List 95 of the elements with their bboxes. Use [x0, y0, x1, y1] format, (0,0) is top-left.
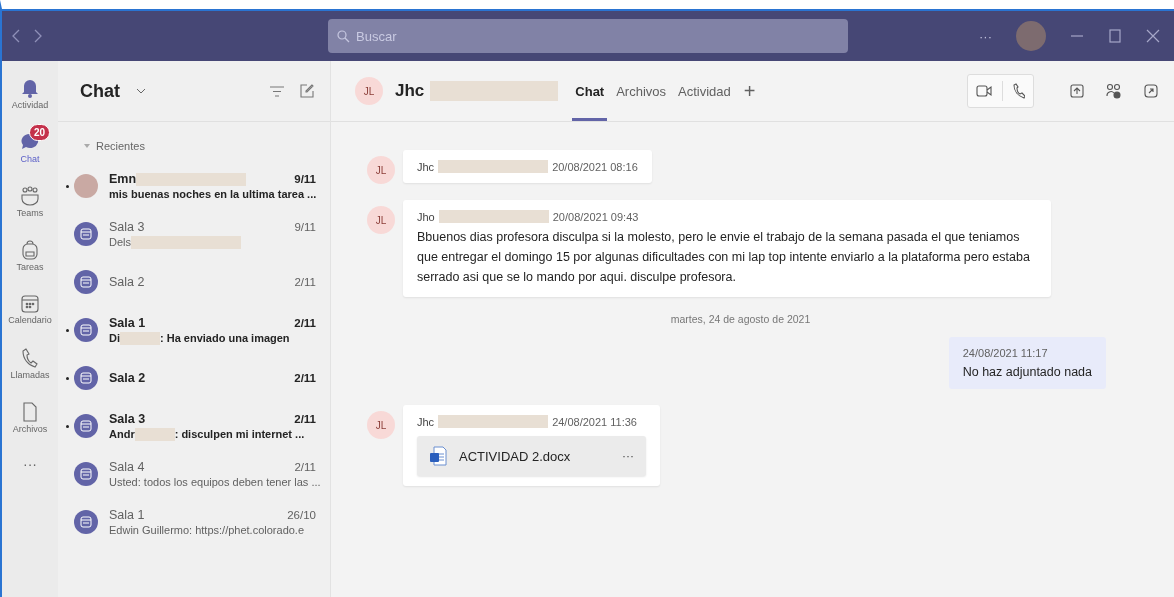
message-time: 24/08/2021 11:36 — [552, 415, 637, 428]
chat-list-item[interactable]: Sala 2 2/11 — [58, 354, 330, 402]
file-attachment[interactable]: ACTIVIDAD 2.docx ··· — [417, 436, 646, 476]
chat-preview: Di — [109, 332, 120, 344]
share-screen-icon[interactable] — [1070, 84, 1084, 98]
rail-item[interactable]: Archivos — [2, 391, 58, 445]
chat-date: 2/11 — [294, 412, 316, 425]
chat-name: Sala 2 — [109, 275, 145, 289]
file-icon — [23, 402, 37, 422]
section-label: Recientes — [96, 140, 145, 152]
sender-name: Jhc — [417, 160, 435, 173]
close-icon[interactable] — [1146, 29, 1160, 43]
rail-item[interactable]: Teams — [2, 175, 58, 229]
chat-name: Sala 1 — [109, 508, 145, 522]
chat-preview: mis buenas noches en la ultima tarea ... — [109, 188, 317, 200]
chat-preview: Edwin Guillermo: https://phet.colorado.e — [109, 524, 305, 536]
chat-name: Sala 3 — [109, 219, 145, 234]
contact-name: Jhc — [395, 81, 425, 101]
chat-name: Emn — [109, 172, 137, 186]
chat-list-item[interactable]: Sala 1 26/10 Edwin Guillermo: https://phet.colorado.e — [58, 498, 330, 546]
sender-avatar: JL — [367, 411, 395, 439]
collapse-icon[interactable] — [84, 144, 90, 148]
search-field[interactable]: Buscar — [328, 19, 848, 53]
chat-list-item[interactable]: Sala 2 2/11 — [58, 258, 330, 306]
tab[interactable]: Chat — [572, 61, 608, 121]
maximize-icon[interactable] — [1108, 29, 1122, 43]
chat-name: Sala 4 — [109, 460, 145, 474]
chat-date: 26/10 — [287, 509, 316, 521]
message-time: 20/08/2021 08:16 — [552, 160, 638, 173]
chat-preview: Dels — [109, 236, 131, 248]
calendar-icon — [80, 420, 92, 432]
chat-title[interactable]: Chat — [80, 80, 120, 102]
rail-item[interactable]: 20 Chat — [2, 121, 58, 175]
chat-preview: Usted: todos los equipos deben tener las ... — [109, 476, 321, 488]
chat-date: 2/11 — [294, 372, 316, 384]
filter-icon[interactable] — [270, 85, 284, 97]
calendar-icon — [80, 372, 92, 384]
video-call-icon[interactable] — [976, 85, 992, 97]
back-icon[interactable] — [12, 29, 20, 43]
more-options-button[interactable]: ··· — [622, 449, 634, 463]
add-tab-button[interactable]: + — [739, 79, 760, 103]
chat-date: 2/11 — [294, 316, 316, 329]
more-button[interactable]: ··· — [979, 28, 992, 44]
chat-date: 2/11 — [294, 276, 316, 288]
rail-item[interactable]: Actividad — [2, 67, 58, 121]
pop-out-icon[interactable] — [1144, 84, 1158, 98]
chat-list-item[interactable]: Sala 4 2/11 Usted: todos los equipos deben tener las ... — [58, 450, 330, 498]
chat-name: Sala 1 — [109, 315, 146, 330]
phone-icon — [22, 348, 38, 368]
sender-name: Jho — [417, 210, 435, 223]
sender-name: Jhc — [417, 415, 435, 428]
chat-list-item[interactable]: Emn 9/11 mis buenas noches en la ultima tarea ... — [58, 162, 330, 210]
avatar-photo-placeholder — [74, 174, 98, 198]
message-text: Bbuenos dias profesora disculpa si la molesto, pero le envie el trabajo de la semana pasada el que teniamos que entregar el domingo 15 por algunas dificultades con mi lap top intente enviarlo a la plataforma pero estaba serrado asi que se lo mando por aqui. disculpe profesora. — [417, 229, 1031, 286]
message-text: No haz adjuntado nada — [962, 365, 1092, 379]
chat-date: 9/11 — [294, 220, 316, 233]
calendar-icon — [80, 324, 92, 336]
chat-preview: : Ha enviado una imagen — [160, 332, 290, 344]
chat-date: 2/11 — [294, 461, 316, 473]
calendar-icon — [80, 468, 92, 480]
chevron-down-icon[interactable] — [136, 88, 146, 94]
calendar-icon — [80, 228, 92, 240]
calendar-icon — [80, 516, 92, 528]
sender-avatar: JL — [367, 206, 395, 234]
bell-icon — [21, 78, 39, 98]
more-apps-button[interactable]: ··· — [17, 455, 43, 473]
word-document-icon — [429, 446, 447, 466]
compose-icon[interactable] — [300, 84, 314, 98]
people-icon — [20, 186, 40, 206]
calendar-icon — [21, 295, 39, 313]
chat-list-item[interactable]: Sala 1 2/11 Di : Ha enviado una imagen — [58, 306, 330, 354]
message-time: 20/08/2021 09:43 — [552, 210, 639, 223]
contact-avatar: JL — [355, 77, 383, 105]
phone-icon[interactable] — [1013, 83, 1025, 99]
sender-avatar: JL — [367, 156, 395, 184]
rail-item[interactable]: Tareas — [2, 229, 58, 283]
file-name: ACTIVIDAD 2.docx — [459, 448, 572, 464]
backpack-icon — [22, 240, 38, 260]
chat-date: 9/11 — [294, 173, 316, 185]
calendar-icon — [80, 276, 92, 288]
chat-preview: Andr — [109, 428, 135, 440]
forward-icon[interactable] — [34, 29, 42, 43]
tab[interactable]: Archivos — [613, 61, 670, 121]
message-time: 24/08/2021 11:17 — [962, 347, 1049, 359]
chat-preview: : disculpen mi internet ... — [174, 428, 305, 440]
add-people-icon[interactable] — [1106, 83, 1122, 99]
unread-badge: 20 — [28, 124, 50, 141]
tab[interactable]: Actividad — [675, 61, 734, 121]
chat-list-item[interactable]: Sala 3 2/11 Andr : disculpen mi internet ... — [58, 402, 330, 450]
chat-name: Sala 2 — [109, 371, 146, 385]
rail-item[interactable]: Llamadas — [2, 337, 58, 391]
rail-item[interactable]: Calendario — [2, 283, 58, 337]
chat-list-item[interactable]: Sala 3 9/11 Dels — [58, 210, 330, 258]
date-divider: martes, 24 de agosto de 2021 — [670, 313, 811, 325]
chat-name: Sala 3 — [109, 411, 146, 426]
